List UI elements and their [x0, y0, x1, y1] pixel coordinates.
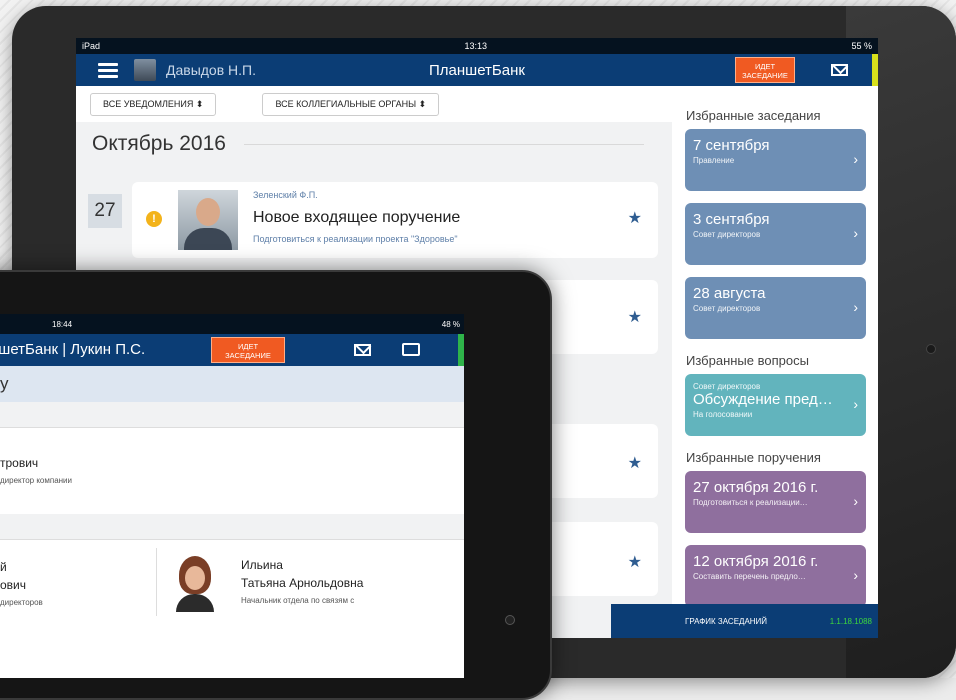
person-name-line2: ович: [0, 578, 27, 592]
app-header: ншетБанк | Лукин П.С. ИДЕТ ЗАСЕДАНИЕ: [0, 334, 464, 366]
task-card[interactable]: 27 октября 2016 г. Подготовиться к реализ…: [685, 471, 866, 533]
star-icon[interactable]: ★: [628, 208, 642, 228]
clock: 18:44: [52, 319, 73, 329]
chevron-right-icon: ›: [853, 396, 858, 412]
card-title: Новое входящее поручение: [253, 209, 461, 226]
app-title: ншетБанк | Лукин П.С.: [0, 341, 146, 358]
day-number: 27: [88, 194, 122, 228]
ipad-front-screen: 18:44 48 % ншетБанк | Лукин П.С. ИДЕТ ЗАС…: [0, 314, 464, 678]
favorite-tasks-heading: Избранные поручения: [686, 450, 821, 465]
month-title: Октябрь 2016: [92, 132, 226, 155]
battery: 48 %: [441, 319, 460, 329]
live-line1: ИДЕТ: [237, 342, 259, 351]
accent-strip: [872, 54, 878, 86]
star-icon[interactable]: ★: [628, 552, 642, 572]
filter-bar: ВСЕ УВЕДОМЛЕНИЯ ⬍ ВСЕ КОЛЛЕГИАЛЬНЫЕ ОРГА…: [76, 86, 672, 122]
section-title: у: [0, 374, 9, 393]
bodies-filter[interactable]: ВСЕ КОЛЛЕГИАЛЬНЫЕ ОРГАНЫ ⬍: [262, 92, 440, 116]
person-row: й ович директоров Ильина Татьяна Арнольд…: [0, 540, 464, 626]
card-subtitle: Подготовиться к реализации проекта "Здор…: [253, 234, 458, 244]
task-card[interactable]: 12 октября 2016 г. Составить перечень пре…: [685, 545, 866, 607]
device-label: iPad: [82, 41, 101, 51]
folder-icon[interactable]: [402, 343, 420, 356]
chevron-right-icon: ›: [853, 225, 858, 241]
meeting-date: 7 сентября: [693, 137, 770, 154]
filter-label: ВСЕ КОЛЛЕГИАЛЬНЫЕ ОРГАНЫ: [275, 98, 417, 109]
menu-icon[interactable]: [98, 60, 118, 81]
person-role: директоров: [0, 598, 43, 607]
task-date: 27 октября 2016 г.: [693, 479, 819, 496]
mail-icon[interactable]: [354, 344, 371, 356]
accent-strip: [458, 334, 464, 366]
person-name-line2[interactable]: Татьяна Арнольдовна: [241, 576, 363, 590]
clock: 13:13: [464, 41, 488, 51]
meeting-body: Правление: [693, 156, 735, 165]
month-header: Октябрь 2016: [76, 122, 672, 166]
task-text: Составить перечень предло…: [693, 572, 806, 581]
live-meeting-button[interactable]: ИДЕТ ЗАСЕДАНИЕ: [735, 57, 795, 83]
person-name-line1[interactable]: Ильина: [241, 558, 283, 572]
favorite-meetings-heading: Избранные заседания: [686, 108, 821, 123]
meeting-card[interactable]: 28 августа Совет директоров ›: [685, 277, 866, 339]
task-text: Подготовиться к реализации…: [693, 498, 808, 507]
card-author: Зеленский Ф.П.: [253, 190, 318, 200]
meeting-schedule-button[interactable]: ГРАФИК ЗАСЕДАНИЙ: [685, 617, 767, 626]
author-photo: [178, 190, 238, 250]
meeting-date: 3 сентября: [693, 211, 770, 228]
home-button[interactable]: [926, 344, 936, 354]
chevron-right-icon: ›: [853, 151, 858, 167]
avatar[interactable]: [134, 59, 156, 81]
section-band: у: [0, 366, 464, 402]
favorite-questions-heading: Избранные вопросы: [686, 353, 809, 368]
meeting-body: Совет директоров: [693, 304, 761, 313]
question-status: На голосовании: [693, 410, 753, 419]
warning-icon: !: [146, 211, 162, 227]
divider: [156, 548, 157, 616]
bottom-bar: ГРАФИК ЗАСЕДАНИЙ 1.1.18.1088: [611, 604, 878, 638]
live-line2: ЗАСЕДАНИЕ: [225, 351, 271, 360]
chevron-right-icon: ›: [853, 567, 858, 583]
person-row[interactable]: трович директор компании: [0, 428, 464, 514]
live-line1: ИДЕТ: [754, 62, 776, 71]
chevron-right-icon: ›: [853, 493, 858, 509]
status-bar: 18:44 48 %: [0, 314, 464, 334]
live-meeting-button[interactable]: ИДЕТ ЗАСЕДАНИЕ: [211, 337, 285, 363]
meeting-card[interactable]: 7 сентября Правление ›: [685, 129, 866, 191]
meeting-date: 28 августа: [693, 285, 766, 302]
live-line2: ЗАСЕДАНИЕ: [742, 71, 788, 80]
favorites-sidebar: Избранные заседания 7 сентября Правление ›…: [672, 86, 878, 638]
version-label: 1.1.18.1088: [829, 616, 872, 626]
chevron-right-icon: ›: [853, 299, 858, 315]
person-role: Начальник отдела по связям с: [241, 596, 355, 605]
user-name[interactable]: Давыдов Н.П.: [166, 62, 256, 78]
question-title: Обсуждение пред…: [693, 391, 833, 408]
star-icon[interactable]: ★: [628, 307, 642, 327]
person-photo: [170, 554, 220, 612]
section-gap: [0, 514, 464, 540]
task-date: 12 октября 2016 г.: [693, 553, 819, 570]
question-card[interactable]: Совет директоров Обсуждение пред… На голос…: [685, 374, 866, 436]
notifications-filter[interactable]: ВСЕ УВЕДОМЛЕНИЯ ⬍: [90, 92, 217, 116]
person-name-line1: й: [0, 560, 7, 574]
person-name: трович: [0, 456, 39, 470]
meeting-card[interactable]: 3 сентября Совет директоров ›: [685, 203, 866, 265]
home-button[interactable]: [505, 615, 515, 625]
person-role: директор компании: [0, 476, 72, 485]
section-gap: [0, 402, 464, 428]
question-body: Совет директоров: [693, 382, 761, 391]
notification-card[interactable]: ! Зеленский Ф.П. Новое входящее поручени…: [132, 182, 658, 258]
mail-icon[interactable]: [831, 64, 848, 76]
app-header: Давыдов Н.П. ПланшетБанк ИДЕТ ЗАСЕДАНИЕ: [76, 54, 878, 86]
star-icon[interactable]: ★: [628, 453, 642, 473]
filter-label: ВСЕ УВЕДОМЛЕНИЯ: [103, 98, 194, 109]
meeting-body: Совет директоров: [693, 230, 761, 239]
battery: 55 %: [851, 41, 872, 51]
status-bar: iPad 13:13 55 %: [76, 38, 878, 54]
